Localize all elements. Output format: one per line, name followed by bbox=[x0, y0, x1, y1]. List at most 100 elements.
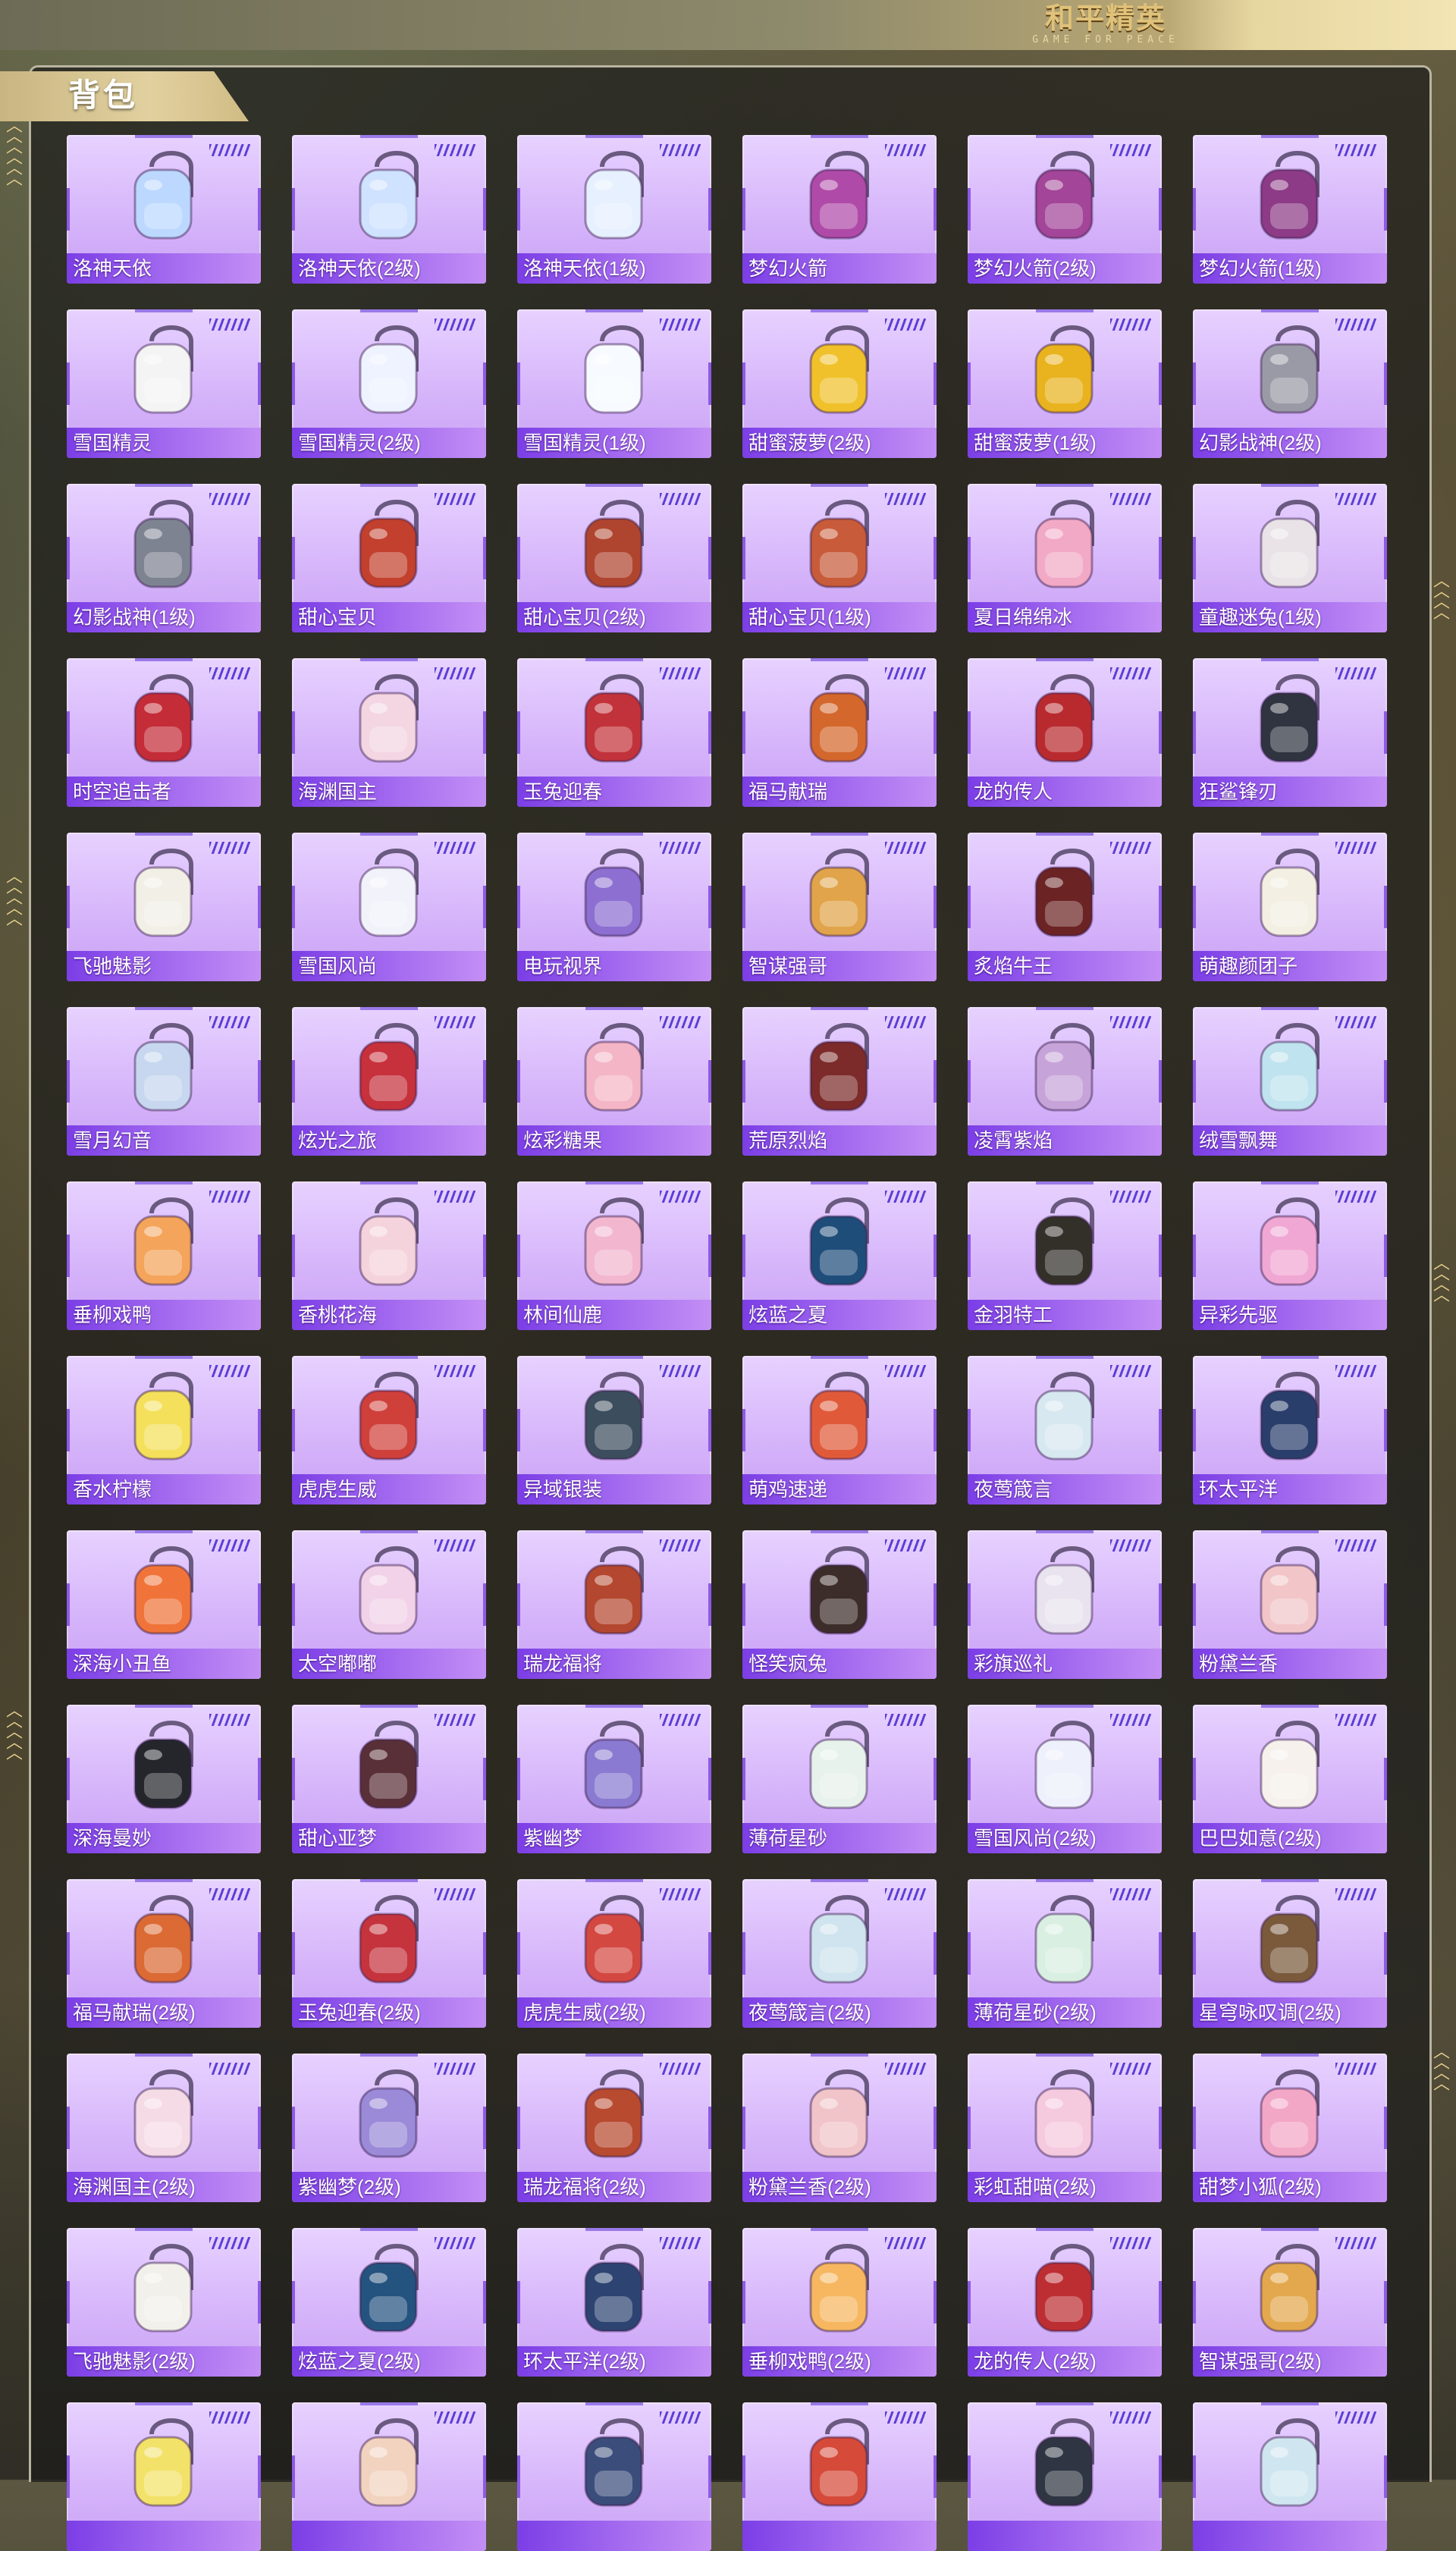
backpack-item-card[interactable]: 异彩先驱 bbox=[1193, 1181, 1387, 1330]
item-caption-bar: 星穹咏叹调(2级) bbox=[1193, 1997, 1387, 2028]
card-edge-accent bbox=[517, 1583, 520, 1626]
backpack-item-card[interactable]: 梦幻火箭 bbox=[742, 135, 937, 284]
backpack-item-card[interactable]: 童趣迷兔(1级) bbox=[1193, 484, 1387, 632]
backpack-item-card[interactable] bbox=[67, 2402, 261, 2551]
backpack-item-card[interactable]: 异域银装 bbox=[517, 1356, 711, 1505]
backpack-item-card[interactable]: 洛神天依 bbox=[67, 135, 261, 284]
backpack-item-card[interactable]: 林间仙鹿 bbox=[517, 1181, 711, 1330]
backpack-item-card[interactable]: 薄荷星砂(2级) bbox=[968, 1879, 1162, 2028]
rarity-stripes-icon bbox=[1110, 1365, 1151, 1377]
card-edge-accent bbox=[483, 2281, 486, 2324]
backpack-item-card[interactable]: 玉兔迎春 bbox=[517, 658, 711, 807]
backpack-item-card[interactable]: 甜心亚梦 bbox=[292, 1705, 486, 1853]
backpack-item-card[interactable]: 紫幽梦 bbox=[517, 1705, 711, 1853]
backpack-item-card[interactable]: 巴巴如意(2级) bbox=[1193, 1705, 1387, 1853]
backpack-item-card[interactable]: 福马献瑞 bbox=[742, 658, 937, 807]
backpack-item-card[interactable]: 绒雪飘舞 bbox=[1193, 1007, 1387, 1156]
backpack-item-card[interactable] bbox=[1193, 2402, 1387, 2551]
backpack-item-card[interactable]: 雪国风尚 bbox=[292, 833, 486, 981]
card-edge-accent bbox=[968, 1060, 971, 1103]
backpack-item-card[interactable]: 萌鸡速递 bbox=[742, 1356, 937, 1505]
backpack-item-card[interactable]: 金羽特工 bbox=[968, 1181, 1162, 1330]
backpack-item-card[interactable]: 电玩视界 bbox=[517, 833, 711, 981]
backpack-item-card[interactable]: 夜莺箴言 bbox=[968, 1356, 1162, 1505]
backpack-item-card[interactable]: 龙的传人(2级) bbox=[968, 2228, 1162, 2377]
backpack-item-card[interactable]: 凌霄紫焰 bbox=[968, 1007, 1162, 1156]
backpack-item-card[interactable]: 甜心宝贝 bbox=[292, 484, 486, 632]
card-edge-accent bbox=[1159, 1758, 1162, 1800]
backpack-item-card[interactable]: 彩虹甜喵(2级) bbox=[968, 2054, 1162, 2202]
backpack-item-card[interactable]: 夜莺箴言(2级) bbox=[742, 1879, 937, 2028]
backpack-item-card[interactable]: 雪国精灵 bbox=[67, 309, 261, 458]
backpack-item-card[interactable]: 龙的传人 bbox=[968, 658, 1162, 807]
backpack-item-card[interactable]: 甜蜜菠萝(1级) bbox=[968, 309, 1162, 458]
backpack-item-card[interactable]: 甜心宝贝(2级) bbox=[517, 484, 711, 632]
backpack-item-card[interactable]: 深海曼妙 bbox=[67, 1705, 261, 1853]
backpack-item-card[interactable]: 薄荷星砂 bbox=[742, 1705, 937, 1853]
backpack-item-card[interactable]: 洛神天依(2级) bbox=[292, 135, 486, 284]
backpack-item-card[interactable]: 环太平洋(2级) bbox=[517, 2228, 711, 2377]
item-name: 甜心宝贝 bbox=[298, 606, 378, 629]
backpack-item-card[interactable]: 雪国风尚(2级) bbox=[968, 1705, 1162, 1853]
backpack-item-card[interactable]: 荒原烈焰 bbox=[742, 1007, 937, 1156]
backpack-item-card[interactable]: 炫彩糖果 bbox=[517, 1007, 711, 1156]
backpack-item-card[interactable]: 炫蓝之夏(2级) bbox=[292, 2228, 486, 2377]
backpack-item-card[interactable]: 梦幻火箭(1级) bbox=[1193, 135, 1387, 284]
backpack-item-card[interactable]: 甜心宝贝(1级) bbox=[742, 484, 937, 632]
backpack-item-card[interactable]: 星穹咏叹调(2级) bbox=[1193, 1879, 1387, 2028]
backpack-item-card[interactable]: 甜梦小狐(2级) bbox=[1193, 2054, 1387, 2202]
backpack-item-card[interactable]: 太空嘟嘟 bbox=[292, 1530, 486, 1679]
card-edge-accent bbox=[517, 362, 520, 405]
backpack-item-card[interactable]: 海渊国主(2级) bbox=[67, 2054, 261, 2202]
backpack-item-card[interactable]: 智谋强哥(2级) bbox=[1193, 2228, 1387, 2377]
backpack-item-card[interactable]: 虎虎生威 bbox=[292, 1356, 486, 1505]
backpack-item-card[interactable]: 紫幽梦(2级) bbox=[292, 2054, 486, 2202]
backpack-item-card[interactable]: 怪笑疯兔 bbox=[742, 1530, 937, 1679]
backpack-item-card[interactable]: 粉黛兰香(2级) bbox=[742, 2054, 937, 2202]
backpack-item-card[interactable]: 粉黛兰香 bbox=[1193, 1530, 1387, 1679]
backpack-item-card[interactable]: 洛神天依(1级) bbox=[517, 135, 711, 284]
backpack-item-card[interactable]: 福马献瑞(2级) bbox=[67, 1879, 261, 2028]
backpack-item-card[interactable] bbox=[968, 2402, 1162, 2551]
item-caption-bar bbox=[517, 2521, 711, 2551]
backpack-item-card[interactable]: 炫蓝之夏 bbox=[742, 1181, 937, 1330]
backpack-item-card[interactable]: 飞驰魅影(2级) bbox=[67, 2228, 261, 2377]
backpack-item-card[interactable]: 虎虎生威(2级) bbox=[517, 1879, 711, 2028]
rarity-stripes-icon bbox=[1335, 667, 1376, 679]
backpack-item-card[interactable]: 梦幻火箭(2级) bbox=[968, 135, 1162, 284]
backpack-item-card[interactable]: 幻影战神(1级) bbox=[67, 484, 261, 632]
backpack-item-card[interactable]: 甜蜜菠萝(2级) bbox=[742, 309, 937, 458]
rarity-stripes-icon bbox=[1110, 318, 1151, 331]
backpack-item-card[interactable]: 彩旗巡礼 bbox=[968, 1530, 1162, 1679]
backpack-item-card[interactable]: 瑞龙福将(2级) bbox=[517, 2054, 711, 2202]
backpack-item-card[interactable]: 雪月幻音 bbox=[67, 1007, 261, 1156]
backpack-item-card[interactable]: 幻影战神(2级) bbox=[1193, 309, 1387, 458]
backpack-item-card[interactable]: 时空追击者 bbox=[67, 658, 261, 807]
backpack-item-card[interactable] bbox=[517, 2402, 711, 2551]
backpack-item-card[interactable]: 香桃花海 bbox=[292, 1181, 486, 1330]
backpack-item-card[interactable]: 玉兔迎春(2级) bbox=[292, 1879, 486, 2028]
backpack-item-card[interactable]: 夏日绵绵冰 bbox=[968, 484, 1162, 632]
backpack-icon bbox=[1260, 1546, 1320, 1635]
card-edge-accent bbox=[968, 2107, 971, 2149]
backpack-item-card[interactable] bbox=[292, 2402, 486, 2551]
backpack-item-card[interactable]: 智谋强哥 bbox=[742, 833, 937, 981]
card-edge-accent bbox=[67, 1932, 70, 1975]
backpack-item-card[interactable]: 狂鲨锋刃 bbox=[1193, 658, 1387, 807]
backpack-item-card[interactable]: 深海小丑鱼 bbox=[67, 1530, 261, 1679]
card-edge-accent bbox=[292, 2455, 295, 2498]
backpack-item-card[interactable]: 雪国精灵(2级) bbox=[292, 309, 486, 458]
card-edge-accent bbox=[708, 2281, 711, 2324]
backpack-item-card[interactable]: 环太平洋 bbox=[1193, 1356, 1387, 1505]
backpack-item-card[interactable]: 海渊国主 bbox=[292, 658, 486, 807]
backpack-item-card[interactable]: 垂柳戏鸭 bbox=[67, 1181, 261, 1330]
backpack-item-card[interactable]: 瑞龙福将 bbox=[517, 1530, 711, 1679]
backpack-item-card[interactable] bbox=[742, 2402, 937, 2551]
backpack-item-card[interactable]: 雪国精灵(1级) bbox=[517, 309, 711, 458]
backpack-item-card[interactable]: 飞驰魅影 bbox=[67, 833, 261, 981]
backpack-item-card[interactable]: 垂柳戏鸭(2级) bbox=[742, 2228, 937, 2377]
backpack-item-card[interactable]: 炙焰牛王 bbox=[968, 833, 1162, 981]
backpack-item-card[interactable]: 香水柠檬 bbox=[67, 1356, 261, 1505]
backpack-item-card[interactable]: 炫光之旅 bbox=[292, 1007, 486, 1156]
backpack-item-card[interactable]: 萌趣颜团子 bbox=[1193, 833, 1387, 981]
